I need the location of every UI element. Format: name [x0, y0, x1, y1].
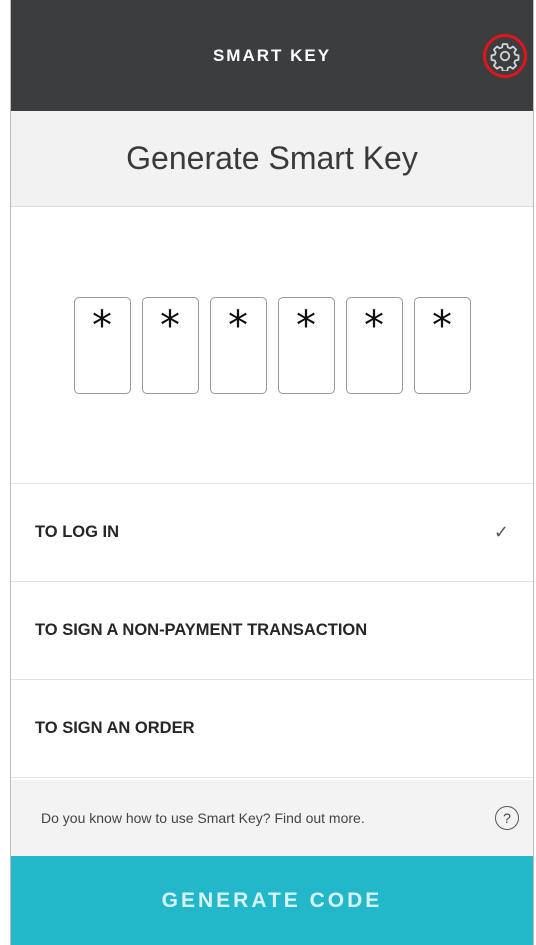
option-label: TO SIGN A NON-PAYMENT TRANSACTION [35, 621, 368, 639]
help-bar[interactable]: Do you know how to use Smart Key? Find o… [11, 780, 533, 856]
app-title: SMART KEY [212, 45, 332, 65]
question-mark-icon[interactable]: ? [495, 806, 519, 830]
code-digit-4: * [277, 296, 335, 394]
smart-key-screen: SMART KEY Generate Smart Key * * * * * *… [10, 0, 534, 945]
option-label: TO LOG IN [35, 523, 120, 541]
page-header: Generate Smart Key [11, 111, 533, 207]
help-link-text[interactable]: Do you know how to use Smart Key? Find o… [41, 810, 365, 826]
code-digit-2: * [141, 296, 199, 394]
option-log-in[interactable]: TO LOG IN ✓ [11, 484, 533, 582]
generate-code-button[interactable]: GENERATE CODE [11, 856, 533, 945]
option-sign-order[interactable]: TO SIGN AN ORDER [11, 680, 533, 778]
checkmark-icon: ✓ [493, 522, 509, 542]
gear-icon [490, 43, 520, 71]
page-title: Generate Smart Key [126, 140, 418, 176]
code-display: * * * * * * [11, 207, 533, 484]
option-label: TO SIGN AN ORDER [35, 719, 195, 737]
top-bar: SMART KEY [11, 0, 533, 111]
code-digit-5: * [345, 296, 403, 394]
generate-code-label: GENERATE CODE [161, 888, 383, 912]
settings-button[interactable] [483, 34, 527, 78]
code-digit-6: * [413, 296, 471, 394]
option-sign-non-payment[interactable]: TO SIGN A NON-PAYMENT TRANSACTION [11, 582, 533, 680]
code-digit-1: * [73, 296, 131, 394]
code-digit-3: * [209, 296, 267, 394]
